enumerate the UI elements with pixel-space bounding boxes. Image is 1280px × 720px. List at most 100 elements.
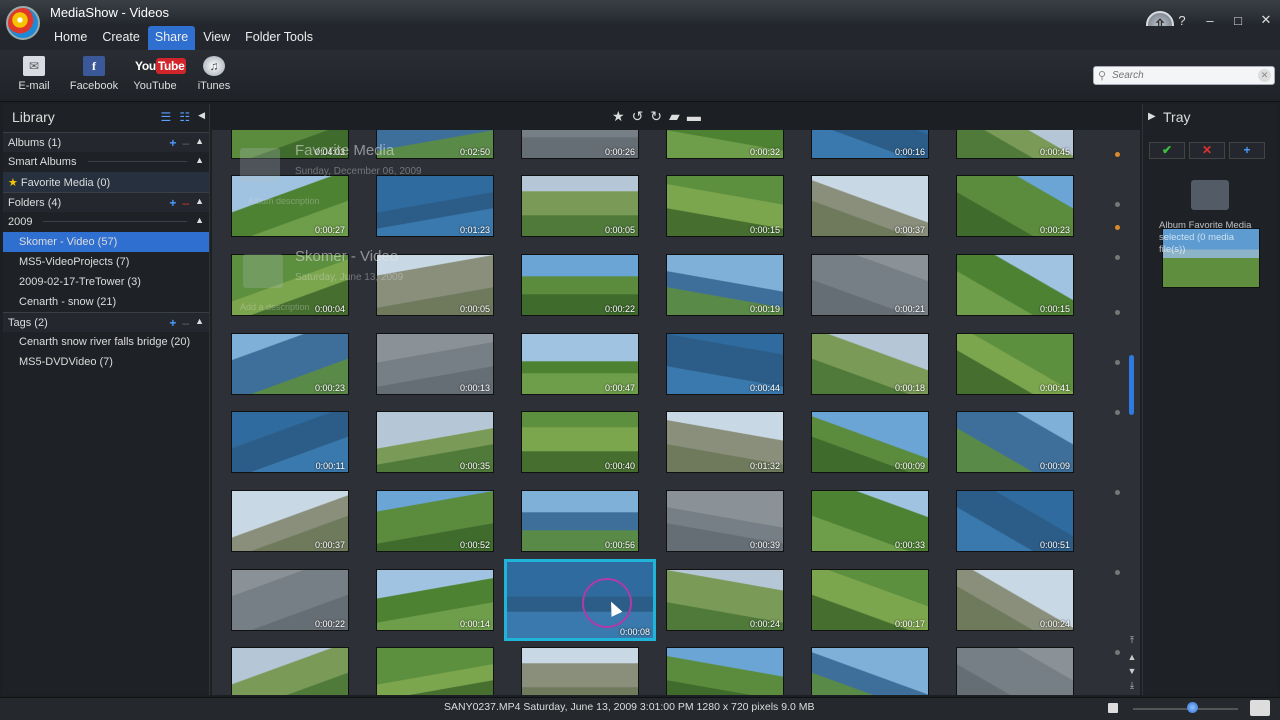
video-thumbnail[interactable]: 0:00:41 (956, 333, 1074, 395)
video-thumbnail[interactable]: 0:00:05 (521, 175, 639, 237)
zoom-slider-knob[interactable] (1187, 702, 1198, 713)
tab-home[interactable]: Home (47, 26, 94, 50)
video-thumbnail[interactable]: 0:00:47 (521, 333, 639, 395)
video-thumbnail[interactable]: 0:00:52 (376, 490, 494, 552)
smart-albums-section[interactable]: Smart Albums ▲ (3, 152, 209, 172)
folder-item[interactable]: MS5-VideoProjects (7) (3, 252, 209, 272)
scroll-thumb[interactable] (1129, 355, 1134, 415)
timeline-marker[interactable] (1115, 410, 1120, 415)
video-thumbnail[interactable] (231, 647, 349, 695)
add-folder-icon[interactable]: + (169, 196, 176, 210)
video-thumbnail[interactable] (956, 647, 1074, 695)
remove-tag-icon[interactable]: – (182, 316, 189, 330)
video-thumbnail[interactable]: 0:00:40 (521, 411, 639, 473)
timeline-marker[interactable] (1115, 650, 1120, 655)
timeline-scrubber[interactable] (1110, 130, 1128, 695)
folder-icon[interactable]: ▬ (687, 108, 701, 125)
remove-folder-icon[interactable]: – (182, 196, 189, 210)
rotate-left-icon[interactable]: ↺ (632, 108, 644, 125)
video-thumbnail[interactable]: 0:00:24 (956, 569, 1074, 631)
scroll-top-icon[interactable]: ⤒ (1127, 635, 1137, 646)
timeline-marker[interactable] (1115, 202, 1120, 207)
video-thumbnail[interactable] (811, 647, 929, 695)
year-group[interactable]: 2009 ▲ (3, 212, 209, 232)
email-button[interactable]: ✉ E-mail (3, 56, 65, 92)
video-thumbnail[interactable]: 0:00:17 (811, 569, 929, 631)
video-thumbnail[interactable] (376, 647, 494, 695)
video-thumbnail[interactable]: 0:00:56 (521, 490, 639, 552)
search-input[interactable] (1112, 68, 1252, 83)
video-thumbnail[interactable]: 0:00:16 (811, 130, 929, 159)
timeline-marker[interactable] (1115, 570, 1120, 575)
albums-section[interactable]: Albums (1) + – ▲ (3, 132, 209, 152)
view-list-icon[interactable]: ☷ (179, 110, 190, 124)
folders-section[interactable]: Folders (4) + – ▲ (3, 192, 209, 212)
video-thumbnail[interactable]: 0:00:15 (666, 175, 784, 237)
video-thumbnail[interactable]: 0:00:09 (956, 411, 1074, 473)
favorite-star-icon[interactable]: ★ (612, 108, 625, 125)
favorite-media-item[interactable]: ★ Favorite Media (0) (3, 172, 209, 192)
itunes-button[interactable]: ♫ iTunes (183, 56, 245, 92)
tab-share[interactable]: Share (147, 26, 196, 50)
grid-scrollbar[interactable]: ⤒ ▲ ▼ ⤓ (1127, 130, 1137, 695)
video-thumbnail[interactable]: 0:00:18 (811, 333, 929, 395)
video-thumbnail[interactable]: 0:00:24 (666, 569, 784, 631)
rotate-right-icon[interactable]: ↻ (650, 108, 662, 125)
video-thumbnail[interactable]: 0:00:22 (521, 254, 639, 316)
video-thumbnail[interactable]: 0:00:15 (956, 254, 1074, 316)
video-thumbnail[interactable]: 0:00:35 (376, 411, 494, 473)
youtube-button[interactable]: You Tube YouTube (124, 56, 187, 92)
video-thumbnail[interactable]: 0:00:32 (666, 130, 784, 159)
collapse-tags-icon[interactable]: ▲ (195, 316, 204, 330)
timeline-marker[interactable] (1115, 490, 1120, 495)
collapse-folders-icon[interactable]: ▲ (195, 196, 204, 210)
video-thumbnail[interactable]: 0:00:23 (956, 175, 1074, 237)
video-thumbnail[interactable]: 0:00:09 (811, 411, 929, 473)
facebook-button[interactable]: f Facebook (63, 56, 125, 92)
video-thumbnail[interactable]: 0:00:22 (231, 569, 349, 631)
timeline-marker[interactable] (1115, 310, 1120, 315)
scroll-down-icon[interactable]: ▼ (1127, 666, 1137, 676)
expand-tray-icon[interactable]: ▶ (1148, 111, 1156, 122)
tab-folder-tools[interactable]: Folder Tools (238, 26, 320, 50)
collapse-albums-icon[interactable]: ▲ (195, 136, 204, 150)
timeline-marker[interactable] (1115, 225, 1120, 230)
video-thumbnail[interactable] (521, 647, 639, 695)
search-box[interactable]: ⚲ ✕ (1093, 66, 1275, 85)
folder-item[interactable]: 2009-02-17-TreTower (3) (3, 272, 209, 292)
zoom-small-icon[interactable] (1108, 703, 1118, 713)
video-thumbnail[interactable]: 0:00:37 (231, 490, 349, 552)
scroll-bottom-icon[interactable]: ⤓ (1127, 680, 1137, 691)
video-thumbnail[interactable]: 0:00:13 (376, 333, 494, 395)
video-thumbnail[interactable]: 0:00:27 (231, 175, 349, 237)
folder-item[interactable]: Skomer - Video (57) (3, 232, 209, 252)
tag-item[interactable]: Cenarth snow river falls bridge (20) (3, 332, 209, 352)
video-thumbnail[interactable]: 0:00:26 (521, 130, 639, 159)
app-logo-icon[interactable] (6, 6, 40, 40)
collapse-year-icon[interactable]: ▲ (195, 215, 204, 225)
collapse-left-icon[interactable]: ◀ (198, 110, 205, 124)
tab-view[interactable]: View (196, 26, 237, 50)
video-thumbnail[interactable]: 0:00:08 (504, 559, 656, 641)
video-thumbnail[interactable]: 0:00:45 (956, 130, 1074, 159)
video-thumbnail[interactable]: 0:00:51 (956, 490, 1074, 552)
zoom-slider[interactable] (1133, 708, 1238, 710)
tray-remove-button[interactable]: ✕ (1189, 142, 1225, 159)
tab-create[interactable]: Create (95, 26, 147, 50)
tray-add-button[interactable]: + (1229, 142, 1265, 159)
video-thumbnail[interactable]: 0:00:19 (666, 254, 784, 316)
search-clear-icon[interactable]: ✕ (1258, 69, 1271, 82)
video-thumbnail[interactable]: 0:00:11 (231, 411, 349, 473)
video-thumbnail[interactable]: 0:01:32 (666, 411, 784, 473)
add-tag-icon[interactable]: + (169, 316, 176, 330)
sort-list-icon[interactable]: ☰ (161, 110, 172, 124)
tray-confirm-button[interactable]: ✔ (1149, 142, 1185, 159)
tags-section[interactable]: Tags (2) + – ▲ (3, 312, 209, 332)
video-thumbnail[interactable]: 0:00:21 (811, 254, 929, 316)
video-thumbnail[interactable]: 0:00:37 (811, 175, 929, 237)
collapse-smart-albums-icon[interactable]: ▲ (195, 155, 204, 165)
timeline-marker[interactable] (1115, 255, 1120, 260)
tag-item[interactable]: MS5-DVDVideo (7) (3, 352, 209, 372)
video-thumbnail[interactable]: 0:00:33 (811, 490, 929, 552)
add-album-icon[interactable]: + (169, 136, 176, 150)
